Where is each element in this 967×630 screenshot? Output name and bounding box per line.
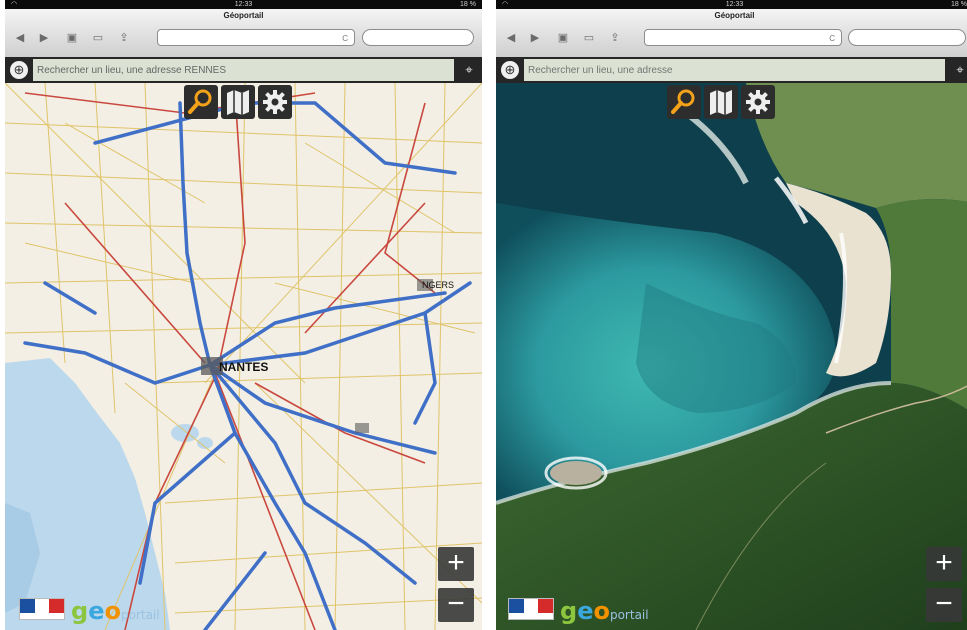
web-search-field[interactable]: [362, 29, 474, 46]
map-toolbar: [667, 85, 775, 121]
aerial-map-view[interactable]: [496, 83, 967, 630]
reload-icon[interactable]: C: [342, 34, 348, 43]
place-search-input[interactable]: [524, 59, 945, 81]
url-field[interactable]: C: [644, 29, 842, 46]
page-title: Géoportail: [223, 11, 264, 20]
back-arrow-icon[interactable]: ◀: [11, 29, 29, 47]
search-icon: [671, 89, 695, 114]
zoom-out-button[interactable]: −: [926, 588, 962, 622]
map-toolbar: [184, 85, 292, 121]
zoom-in-button[interactable]: +: [438, 547, 474, 581]
locate-pin-icon[interactable]: ⌖: [460, 61, 478, 79]
share-icon[interactable]: ⇪: [115, 29, 133, 47]
tablet-screen-road-map: ◠ 12:33 18 % Géoportail ◀ ▶ ▣ ▭ ⇪ C ⊕ ⌖: [5, 0, 482, 630]
layers-tool-button[interactable]: [704, 85, 738, 119]
url-field[interactable]: C: [157, 29, 355, 46]
search-strip: ⊕ ⌖: [496, 57, 967, 83]
svg-text:NGERS: NGERS: [422, 280, 454, 290]
globe-icon[interactable]: ⊕: [10, 61, 28, 79]
browser-toolbar: Géoportail ◀ ▶ ▣ ▭ ⇪ C: [496, 9, 967, 58]
settings-gear-icon: [263, 90, 287, 114]
forward-arrow-icon[interactable]: ▶: [35, 29, 53, 47]
share-icon[interactable]: ⇪: [606, 29, 624, 47]
battery-status: 18 %: [460, 1, 476, 8]
geoportail-logo: geoportail: [560, 597, 649, 625]
browser-toolbar: Géoportail ◀ ▶ ▣ ▭ ⇪ C: [5, 9, 482, 58]
search-tool-button[interactable]: [667, 85, 701, 119]
globe-icon[interactable]: ⊕: [501, 61, 519, 79]
locate-pin-icon[interactable]: ⌖: [951, 61, 967, 79]
page-title: Géoportail: [714, 11, 755, 20]
zoom-in-button[interactable]: +: [926, 547, 962, 581]
search-tool-button[interactable]: [184, 85, 218, 119]
tabs-icon[interactable]: ▣: [554, 29, 572, 47]
status-bar: ◠ 12:33 18 %: [5, 0, 482, 9]
bookmarks-icon[interactable]: ▭: [580, 29, 598, 47]
map-view[interactable]: NANTES NGERS: [5, 83, 482, 630]
geoportail-logo: geoportail: [71, 597, 160, 625]
map-layers-icon: [227, 90, 249, 115]
bookmarks-icon[interactable]: ▭: [89, 29, 107, 47]
status-time: 12:33: [725, 1, 744, 8]
back-arrow-icon[interactable]: ◀: [502, 29, 520, 47]
tabs-icon[interactable]: ▣: [63, 29, 81, 47]
web-search-field[interactable]: [848, 29, 966, 46]
republique-francaise-logo: [19, 598, 65, 620]
search-icon: [188, 89, 212, 114]
zoom-out-button[interactable]: −: [438, 588, 474, 622]
settings-tool-button[interactable]: [258, 85, 292, 119]
status-bar: ◠ 12:33 18 %: [496, 0, 967, 9]
tablet-screen-aerial: ◠ 12:33 18 % Géoportail ◀ ▶ ▣ ▭ ⇪ C ⊕ ⌖: [496, 0, 967, 630]
battery-status: 18 %: [951, 1, 967, 8]
settings-tool-button[interactable]: [741, 85, 775, 119]
layers-tool-button[interactable]: [221, 85, 255, 119]
republique-francaise-logo: [508, 598, 554, 620]
status-time: 12:33: [234, 1, 253, 8]
forward-arrow-icon[interactable]: ▶: [526, 29, 544, 47]
place-search-input[interactable]: [33, 59, 454, 81]
reload-icon[interactable]: C: [829, 34, 835, 43]
map-layers-icon: [710, 90, 732, 115]
search-strip: ⊕ ⌖: [5, 57, 482, 83]
map-label-nantes: NANTES: [219, 360, 268, 374]
settings-gear-icon: [746, 90, 770, 114]
